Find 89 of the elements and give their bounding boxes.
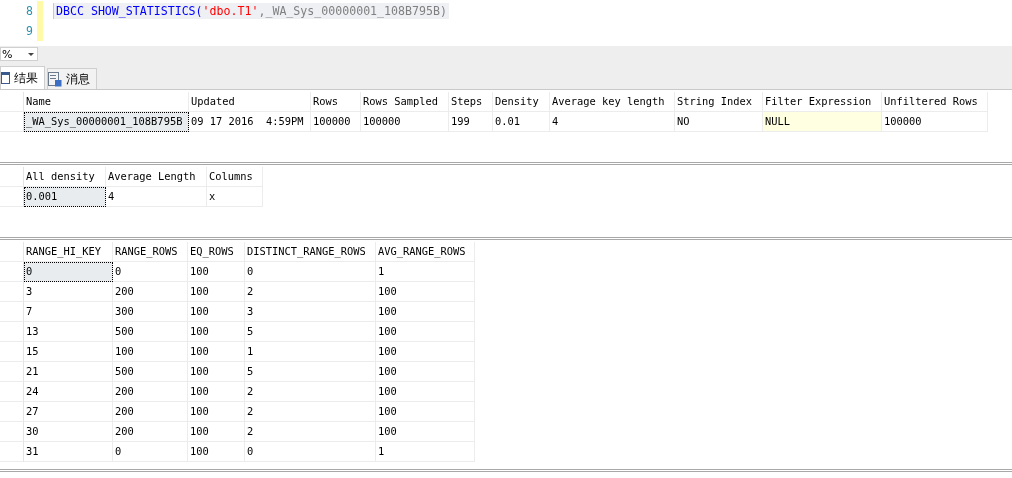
table-cell: 200 bbox=[113, 382, 188, 402]
table-cell: 100 bbox=[376, 422, 475, 442]
column-header[interactable]: AVG_RANGE_ROWS bbox=[376, 242, 475, 262]
table-cell: 100 bbox=[376, 302, 475, 322]
table-cell: NO bbox=[675, 112, 763, 132]
table-cell: 100000 bbox=[882, 112, 988, 132]
table-cell: 100 bbox=[376, 282, 475, 302]
column-header[interactable]: Columns bbox=[207, 167, 263, 187]
column-header[interactable]: Filter Expression bbox=[763, 92, 882, 112]
table-cell: 100 bbox=[188, 282, 245, 302]
document-icon bbox=[48, 71, 62, 87]
column-header[interactable]: All density bbox=[24, 167, 106, 187]
table-cell: 100 bbox=[376, 382, 475, 402]
table-cell: 100 bbox=[376, 402, 475, 422]
table-cell: 27 bbox=[24, 402, 113, 422]
line-number: 8 bbox=[25, 4, 34, 18]
table-cell: 100 bbox=[188, 342, 245, 362]
column-header[interactable]: RANGE_HI_KEY bbox=[24, 242, 113, 262]
table-cell: 24 bbox=[24, 382, 113, 402]
table-cell: 0.001 bbox=[24, 187, 106, 207]
table-cell: 300 bbox=[113, 302, 188, 322]
zoom-dropdown[interactable]: % bbox=[0, 47, 38, 61]
table-cell: 09 17 2016 4:59PM bbox=[189, 112, 311, 132]
column-header[interactable]: Average key length bbox=[550, 92, 675, 112]
table-cell: 100 bbox=[188, 442, 245, 462]
column-header[interactable]: Name bbox=[24, 92, 189, 112]
column-header[interactable]: Rows Sampled bbox=[361, 92, 449, 112]
column-header[interactable]: Unfiltered Rows bbox=[882, 92, 988, 112]
table-cell: 200 bbox=[113, 422, 188, 442]
table-cell: 2 bbox=[245, 282, 376, 302]
table-cell: 3 bbox=[245, 302, 376, 322]
column-header[interactable]: Average Length bbox=[106, 167, 207, 187]
table-cell: 2 bbox=[245, 422, 376, 442]
table-cell: 1 bbox=[376, 262, 475, 282]
table-cell: 5 bbox=[245, 362, 376, 382]
table-cell: _WA_Sys_00000001_108B795B bbox=[24, 112, 189, 132]
results-tab[interactable]: 消息 bbox=[47, 68, 97, 89]
table-cell: 100 bbox=[376, 322, 475, 342]
caret-icon bbox=[28, 52, 34, 56]
table-cell: 13 bbox=[24, 322, 113, 342]
column-header[interactable]: DISTINCT_RANGE_ROWS bbox=[245, 242, 376, 262]
table-cell: 200 bbox=[113, 282, 188, 302]
table-cell: 4 bbox=[106, 187, 207, 207]
table-cell: 4 bbox=[550, 112, 675, 132]
table-cell: 0 bbox=[113, 262, 188, 282]
table-cell: 1 bbox=[376, 442, 475, 462]
table-cell: 0 bbox=[113, 442, 188, 462]
table-cell: 2 bbox=[245, 402, 376, 422]
table-cell: 100 bbox=[188, 322, 245, 342]
table-cell: 30 bbox=[24, 422, 113, 442]
table-cell: 5 bbox=[245, 322, 376, 342]
line-number: 9 bbox=[25, 24, 34, 38]
column-header[interactable]: Rows bbox=[311, 92, 361, 112]
table-cell: 100 bbox=[188, 302, 245, 322]
table-cell: 31 bbox=[24, 442, 113, 462]
table-cell: 0 bbox=[245, 442, 376, 462]
results-tab[interactable]: 结果 bbox=[0, 66, 45, 89]
table-cell: 200 bbox=[113, 402, 188, 422]
table-cell: 100 bbox=[376, 342, 475, 362]
column-header[interactable]: Updated bbox=[189, 92, 311, 112]
table-cell: 100000 bbox=[361, 112, 449, 132]
table-cell: 0 bbox=[245, 262, 376, 282]
table-cell: 100 bbox=[188, 382, 245, 402]
table-cell: 21 bbox=[24, 362, 113, 382]
table-cell: 100 bbox=[188, 262, 245, 282]
column-header[interactable]: Density bbox=[493, 92, 550, 112]
column-header[interactable]: RANGE_ROWS bbox=[113, 242, 188, 262]
table-icon bbox=[1, 72, 10, 84]
table-cell: x bbox=[207, 187, 263, 207]
table-cell: 500 bbox=[113, 322, 188, 342]
table-cell: 100 bbox=[113, 342, 188, 362]
table-cell: 0.01 bbox=[493, 112, 550, 132]
table-cell: 100 bbox=[376, 362, 475, 382]
table-cell: 100 bbox=[188, 422, 245, 442]
table-cell: 2 bbox=[245, 382, 376, 402]
column-header[interactable]: EQ_ROWS bbox=[188, 242, 245, 262]
table-cell: 500 bbox=[113, 362, 188, 382]
table-cell: 7 bbox=[24, 302, 113, 322]
table-cell: 1 bbox=[245, 342, 376, 362]
table-cell: 199 bbox=[449, 112, 493, 132]
table-cell: 3 bbox=[24, 282, 113, 302]
column-header[interactable]: String Index bbox=[675, 92, 763, 112]
table-cell: NULL bbox=[763, 112, 882, 132]
column-header[interactable]: Steps bbox=[449, 92, 493, 112]
table-cell: 100 bbox=[188, 402, 245, 422]
table-cell: 15 bbox=[24, 342, 113, 362]
table-cell: 100 bbox=[188, 362, 245, 382]
table-cell: 100000 bbox=[311, 112, 361, 132]
table-cell: 0 bbox=[24, 262, 113, 282]
